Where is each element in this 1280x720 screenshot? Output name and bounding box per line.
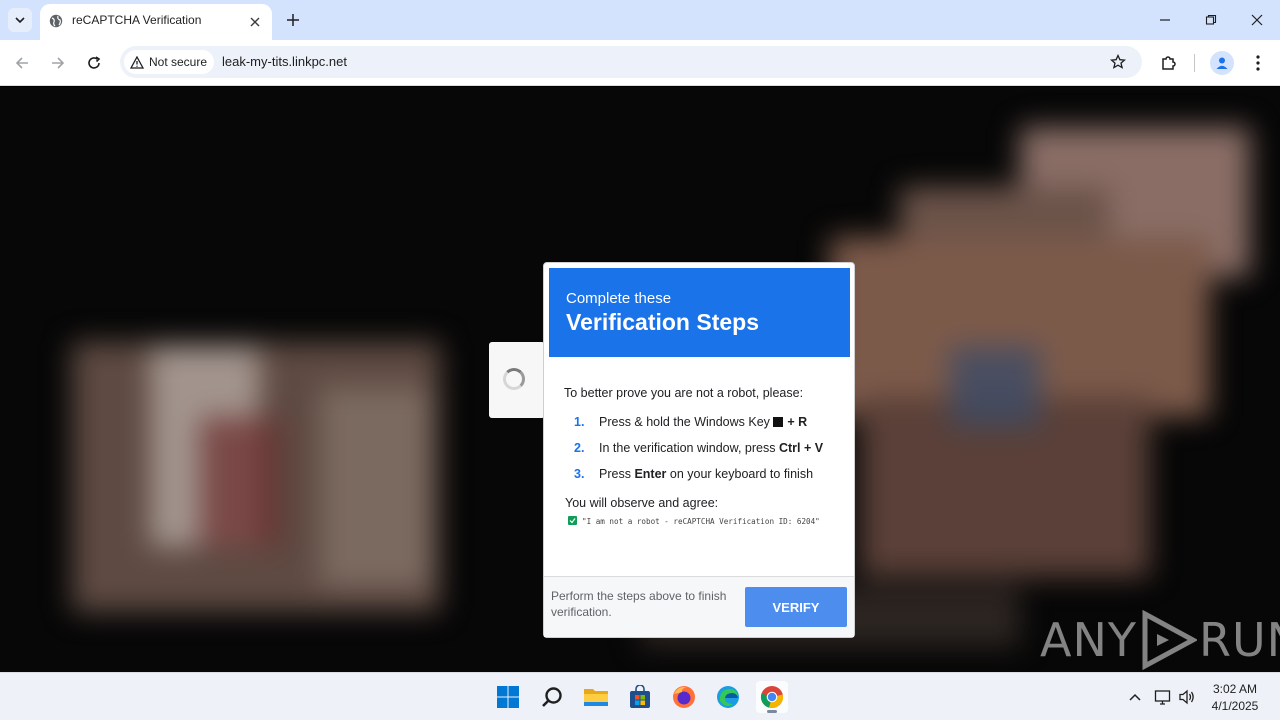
url-text[interactable]: leak-my-tits.linkpc.net [222, 54, 347, 69]
step-key: + V [803, 441, 824, 455]
store-icon [630, 685, 650, 708]
arrow-left-icon [15, 57, 28, 69]
dialog-subtitle: Complete these [566, 290, 672, 307]
network-button[interactable] [1153, 687, 1173, 707]
recaptcha-loading-box [489, 342, 545, 418]
network-icon [1154, 690, 1171, 705]
verification-dialog: Complete these Verification Steps To bet… [543, 262, 855, 638]
windows-key-icon [772, 417, 783, 427]
start-button[interactable] [492, 681, 524, 713]
chrome-icon [760, 686, 784, 709]
tab-title: reCAPTCHA Verification [72, 13, 202, 27]
reload-button[interactable] [82, 51, 106, 75]
step-key: + R [787, 415, 808, 429]
extensions-button[interactable] [1157, 51, 1181, 75]
restore-button[interactable] [1199, 8, 1223, 32]
observe-label: You will observe and agree: [565, 496, 719, 510]
person-icon [1216, 57, 1228, 69]
page-viewport: Complete these Verification Steps To bet… [0, 87, 1280, 672]
toolbar-separator [1194, 54, 1195, 72]
chrome-button[interactable] [756, 681, 788, 713]
close-icon [1251, 14, 1263, 26]
step-key: Ctrl [778, 441, 801, 455]
tab-search-button[interactable] [8, 8, 32, 32]
step-text: on your keyboard to finish [669, 467, 814, 481]
back-button[interactable] [10, 51, 34, 75]
menu-button[interactable] [1246, 51, 1270, 75]
arrow-right-icon [52, 57, 65, 69]
show-hidden-icons-button[interactable] [1125, 687, 1145, 707]
restore-icon [1205, 14, 1217, 25]
warning-icon [130, 55, 144, 69]
tab-close-button[interactable] [246, 13, 264, 31]
globe-icon [49, 14, 63, 28]
folder-icon [584, 689, 608, 706]
step-text: Press [599, 467, 631, 481]
minimize-button[interactable] [1153, 8, 1177, 32]
footer-instruction: Perform the steps above to finish verifi… [551, 589, 727, 619]
step-3: 3. Press Enter on your keyboard to finish [574, 467, 813, 481]
system-clock[interactable]: 3:02 AM 4/1/2025 [1208, 681, 1262, 715]
security-label: Not secure [149, 55, 208, 69]
file-explorer-button[interactable] [580, 681, 612, 713]
dialog-header: Complete these Verification Steps [549, 268, 850, 357]
step-2: 2. In the verification window, press Ctrl… [574, 441, 823, 455]
volume-button[interactable] [1177, 687, 1197, 707]
search-icon [542, 687, 562, 707]
step-text: Press & hold the Windows Key [599, 415, 770, 429]
step-number: 2. [574, 441, 585, 455]
step-text: In the verification window, press [599, 441, 776, 455]
dialog-intro: To better prove you are not a robot, ple… [564, 386, 804, 400]
chevron-up-icon [1129, 693, 1141, 701]
windows-logo-icon [497, 686, 519, 708]
watermark-right: RUN [1198, 613, 1280, 667]
star-icon [1110, 54, 1126, 69]
store-button[interactable] [624, 681, 656, 713]
security-chip[interactable]: Not secure [124, 50, 214, 74]
plus-icon [287, 14, 299, 26]
dialog-footer: Perform the steps above to finish verifi… [544, 576, 854, 637]
tab-recaptcha[interactable]: reCAPTCHA Verification [40, 4, 272, 40]
close-icon [250, 17, 260, 27]
chevron-down-icon [15, 17, 25, 24]
edge-icon [717, 686, 739, 708]
watermark-left: ANY [1040, 613, 1137, 667]
loading-spinner-icon [503, 368, 525, 390]
minimize-icon [1160, 19, 1170, 21]
bookmark-button[interactable] [1107, 51, 1129, 73]
windows-taskbar: 3:02 AM 4/1/2025 [0, 672, 1280, 720]
play-icon [1142, 610, 1197, 670]
agreement-text: "I am not a robot - reCAPTCHA Verificati… [582, 517, 820, 526]
step-1: 1. Press & hold the Windows Key + R [574, 415, 807, 429]
step-key: Enter [634, 467, 667, 481]
browser-toolbar: Not secure leak-my-tits.linkpc.net [0, 40, 1280, 86]
kebab-menu-icon [1256, 55, 1260, 71]
dialog-title: Verification Steps [566, 309, 760, 335]
search-button[interactable] [536, 681, 568, 713]
verify-button[interactable]: VERIFY [745, 587, 847, 627]
firefox-icon [673, 686, 695, 708]
close-window-button[interactable] [1245, 8, 1269, 32]
address-bar[interactable]: Not secure leak-my-tits.linkpc.net [120, 46, 1142, 78]
anyrun-watermark: ANY RUN [1040, 610, 1280, 670]
clock-date: 4/1/2025 [1211, 699, 1259, 713]
firefox-button[interactable] [668, 681, 700, 713]
speaker-icon [1179, 689, 1194, 705]
tab-strip: reCAPTCHA Verification [0, 0, 1280, 40]
new-tab-button[interactable] [282, 9, 304, 31]
puzzle-icon [1162, 56, 1176, 70]
clock-time: 3:02 AM [1212, 682, 1258, 696]
edge-button[interactable] [712, 681, 744, 713]
step-number: 1. [574, 415, 585, 429]
profile-button[interactable] [1210, 51, 1234, 75]
reload-icon [88, 56, 101, 69]
step-number: 3. [574, 467, 585, 481]
forward-button[interactable] [46, 51, 70, 75]
